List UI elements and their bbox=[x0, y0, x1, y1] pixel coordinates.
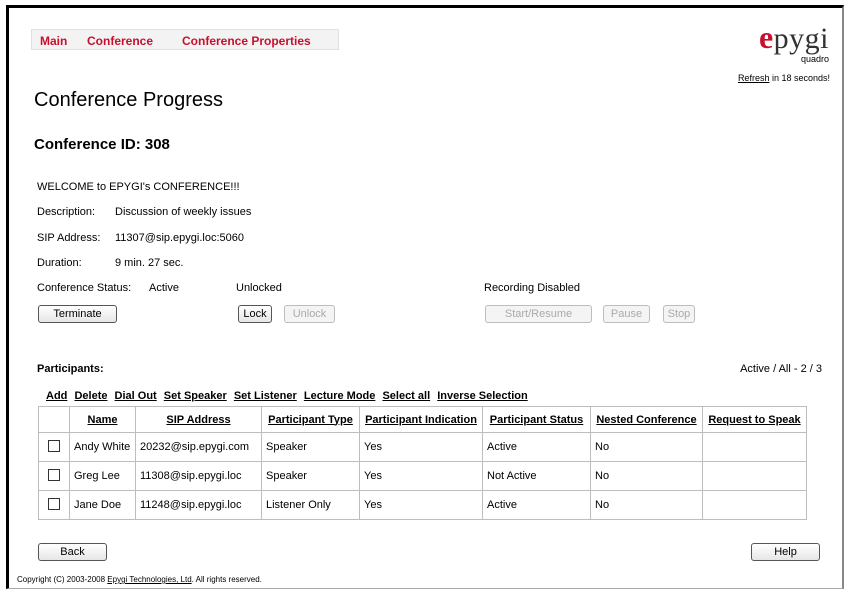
header-name[interactable]: Name bbox=[69, 406, 136, 433]
cell-nested: No bbox=[590, 490, 703, 520]
header-participant-type[interactable]: Participant Type bbox=[261, 406, 360, 433]
cell-sip: 20232@sip.epygi.com bbox=[135, 432, 262, 462]
cell-sip: 11308@sip.epygi.loc bbox=[135, 461, 262, 491]
cell-status: Not Active bbox=[482, 461, 591, 491]
conference-status-value: Active bbox=[149, 282, 179, 294]
row-checkbox-cell bbox=[38, 490, 70, 520]
cell-nested: No bbox=[590, 461, 703, 491]
footer-prefix: Copyright (C) 2003-2008 bbox=[17, 575, 108, 584]
epygi-logo: eepygipygi quadro bbox=[719, 19, 829, 64]
cell-status: Active bbox=[482, 432, 591, 462]
table-row: Andy White 20232@sip.epygi.com Speaker Y… bbox=[38, 432, 807, 462]
duration-label: Duration: bbox=[37, 257, 82, 269]
description-value: Discussion of weekly issues bbox=[115, 206, 252, 218]
page-title: Conference Progress bbox=[34, 89, 223, 111]
participants-count: Active / All - 2 / 3 bbox=[740, 363, 822, 375]
add-link[interactable]: Add bbox=[46, 390, 67, 402]
cell-type: Listener Only bbox=[261, 490, 360, 520]
header-participant-indication[interactable]: Participant Indication bbox=[359, 406, 483, 433]
participants-label: Participants: bbox=[37, 363, 104, 375]
row-checkbox[interactable] bbox=[48, 497, 60, 510]
participant-actions: Add Delete Dial Out Set Speaker Set List… bbox=[46, 390, 532, 402]
cell-name: Greg Lee bbox=[69, 461, 136, 491]
logo-e-icon: e bbox=[758, 19, 774, 55]
header-nested-conference[interactable]: Nested Conference bbox=[590, 406, 703, 433]
unlock-button[interactable]: Unlock bbox=[284, 305, 335, 323]
conference-id: Conference ID: 308 bbox=[34, 136, 170, 153]
inverse-selection-link[interactable]: Inverse Selection bbox=[437, 390, 528, 402]
cell-name: Jane Doe bbox=[69, 490, 136, 520]
table-row: Greg Lee 11308@sip.epygi.loc Speaker Yes… bbox=[38, 461, 807, 491]
cell-type: Speaker bbox=[261, 432, 360, 462]
cell-indication: Yes bbox=[359, 432, 483, 462]
pause-button[interactable]: Pause bbox=[603, 305, 650, 323]
set-speaker-link[interactable]: Set Speaker bbox=[164, 390, 227, 402]
terminate-button[interactable]: Terminate bbox=[38, 305, 117, 323]
table-header: Name SIP Address Participant Type Partic… bbox=[38, 406, 807, 433]
lock-button[interactable]: Lock bbox=[238, 305, 272, 323]
cell-indication: Yes bbox=[359, 490, 483, 520]
start-resume-button[interactable]: Start/Resume bbox=[485, 305, 592, 323]
row-checkbox-cell bbox=[38, 461, 70, 491]
cell-indication: Yes bbox=[359, 461, 483, 491]
help-button[interactable]: Help bbox=[751, 543, 820, 561]
lock-state: Unlocked bbox=[236, 282, 282, 294]
cell-nested: No bbox=[590, 432, 703, 462]
set-listener-link[interactable]: Set Listener bbox=[234, 390, 297, 402]
cell-name: Andy White bbox=[69, 432, 136, 462]
dial-out-link[interactable]: Dial Out bbox=[115, 390, 157, 402]
participants-table: Name SIP Address Participant Type Partic… bbox=[38, 406, 807, 520]
header-participant-status[interactable]: Participant Status bbox=[482, 406, 591, 433]
refresh-link[interactable]: Refresh bbox=[738, 73, 770, 83]
logo-mark: eepygipygi bbox=[758, 19, 829, 55]
row-checkbox[interactable] bbox=[48, 439, 60, 452]
cell-request bbox=[702, 432, 807, 462]
cell-request bbox=[702, 490, 807, 520]
cell-sip: 11248@sip.epygi.loc bbox=[135, 490, 262, 520]
breadcrumb-main[interactable]: Main bbox=[40, 34, 67, 48]
sip-address-label: SIP Address: bbox=[37, 232, 101, 244]
welcome-text: WELCOME to EPYGI's CONFERENCE!!! bbox=[37, 181, 240, 193]
logo-sub: quadro bbox=[800, 54, 829, 64]
header-select bbox=[38, 406, 70, 433]
logo-brand-text: pygi bbox=[773, 22, 829, 55]
refresh-countdown: in 18 seconds! bbox=[769, 73, 830, 83]
cell-status: Active bbox=[482, 490, 591, 520]
select-all-link[interactable]: Select all bbox=[382, 390, 430, 402]
copyright-footer: Copyright (C) 2003-2008 Epygi Technologi… bbox=[17, 575, 262, 584]
description-label: Description: bbox=[37, 206, 96, 218]
lecture-mode-link[interactable]: Lecture Mode bbox=[304, 390, 376, 402]
footer-company-link[interactable]: Epygi Technologies, Ltd bbox=[107, 575, 191, 584]
back-button[interactable]: Back bbox=[38, 543, 107, 561]
refresh-notice: Refresh in 18 seconds! bbox=[738, 73, 830, 83]
breadcrumb-conference-properties[interactable]: Conference Properties bbox=[182, 34, 311, 48]
stop-button[interactable]: Stop bbox=[663, 305, 695, 323]
header-request-to-speak[interactable]: Request to Speak bbox=[702, 406, 807, 433]
row-checkbox[interactable] bbox=[48, 468, 60, 481]
delete-link[interactable]: Delete bbox=[74, 390, 107, 402]
cell-request bbox=[702, 461, 807, 491]
table-row: Jane Doe 11248@sip.epygi.loc Listener On… bbox=[38, 490, 807, 520]
breadcrumb: Main Conference Conference Properties bbox=[31, 29, 339, 50]
recording-state: Recording Disabled bbox=[484, 282, 580, 294]
duration-value: 9 min. 27 sec. bbox=[115, 257, 184, 269]
row-checkbox-cell bbox=[38, 432, 70, 462]
footer-suffix: . All rights reserved. bbox=[191, 575, 262, 584]
sip-address-value: 11307@sip.epygi.loc:5060 bbox=[115, 232, 244, 244]
breadcrumb-conference[interactable]: Conference bbox=[87, 34, 153, 48]
cell-type: Speaker bbox=[261, 461, 360, 491]
header-sip-address[interactable]: SIP Address bbox=[135, 406, 262, 433]
conference-status-label: Conference Status: bbox=[37, 282, 132, 294]
